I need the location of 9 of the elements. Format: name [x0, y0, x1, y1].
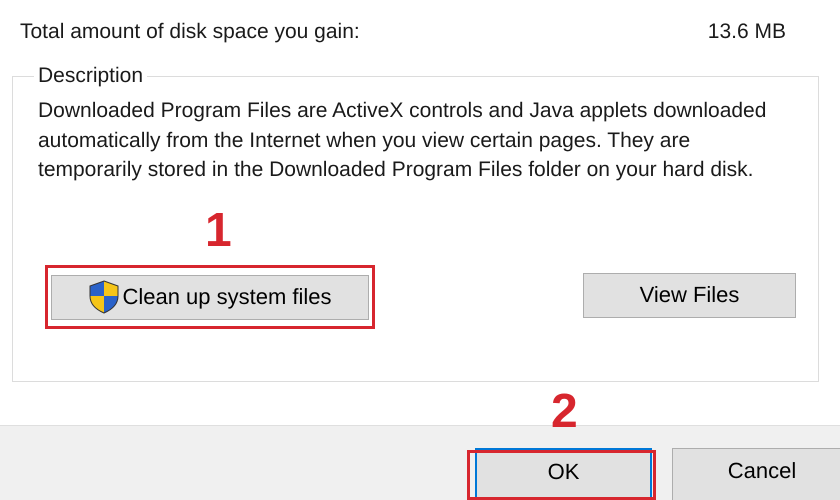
step-number: 2: [551, 388, 578, 436]
group-title: Description: [37, 64, 144, 88]
disk-space-value: 13.6 MB: [708, 20, 786, 44]
clean-up-button[interactable]: Clean up system files: [51, 274, 369, 320]
description-text: Downloaded Program Files are ActiveX controls and Java applets downloaded automatically from the Internet when you view certain pages. They are temporarily stored in the Downloaded Program Files folder on your hard disk.: [38, 98, 768, 183]
cancel-button[interactable]: Cancel: [672, 448, 840, 500]
disk-space-label: Total amount of disk space you gain:: [20, 20, 360, 44]
step-number: 1: [205, 206, 232, 254]
view-files-button[interactable]: View Files: [583, 272, 796, 318]
